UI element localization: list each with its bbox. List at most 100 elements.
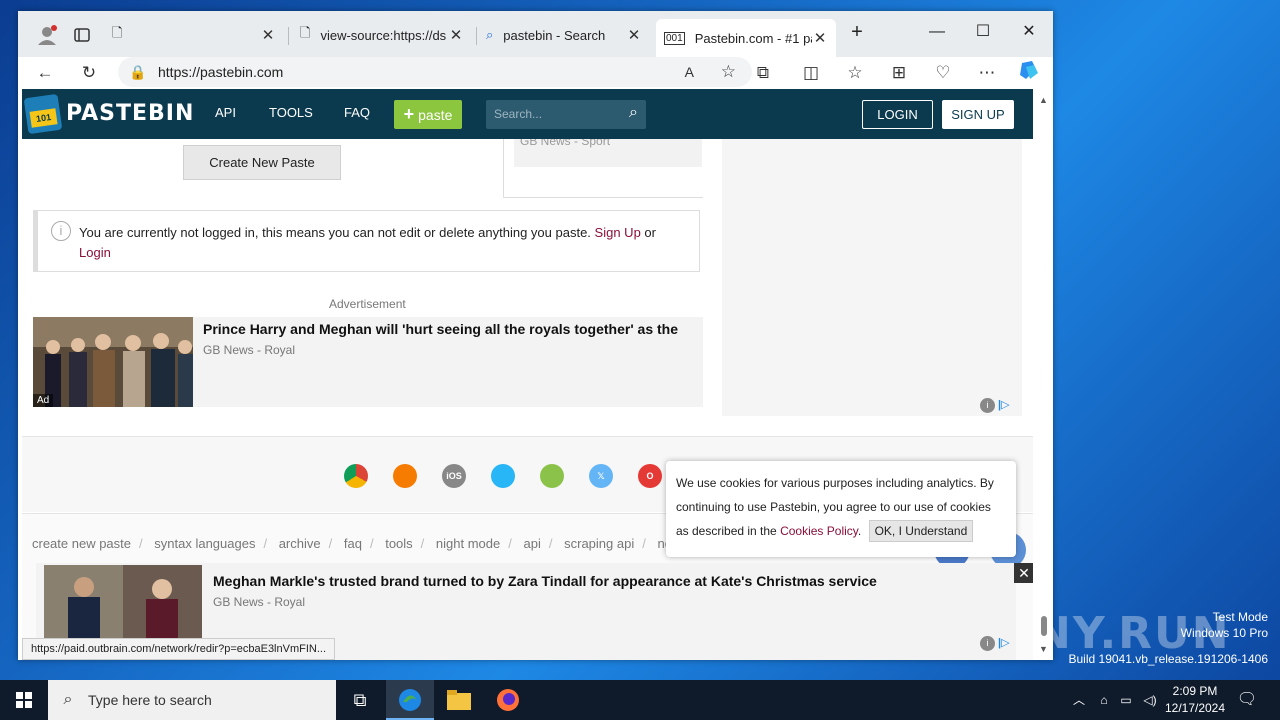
tray-chevron-icon[interactable]: ︿ — [1070, 680, 1088, 720]
footer-link-create[interactable]: create new paste — [32, 536, 131, 551]
android-icon[interactable] — [540, 464, 564, 488]
ad-title[interactable]: Prince Harry and Meghan will 'hurt seein… — [203, 321, 703, 337]
taskbar: ⌕ Type here to search ⧉ ︿ ⌂ ▭ ◁) 2:09 PM… — [0, 680, 1280, 720]
address-bar[interactable]: 🔒 https://pastebin.com A ☆ — [118, 57, 752, 87]
firefox-taskbar-icon[interactable] — [484, 680, 532, 720]
close-window-button[interactable]: ✕ — [1006, 17, 1052, 47]
more-menu-icon[interactable]: ⋯ — [972, 59, 1002, 87]
footer-link-api[interactable]: api — [524, 536, 541, 551]
refresh-button[interactable]: ↻ — [74, 59, 104, 87]
browser-toolbar: ← ↻ 🔒 https://pastebin.com A ☆ ⧉ ◫ ☆ ⊞ ♡… — [18, 57, 1053, 89]
ad-choices-icon[interactable]: |▷ — [998, 399, 1010, 411]
pastebin-search-input[interactable]: Search... ⌕ — [486, 100, 646, 129]
scroll-up-icon[interactable]: ▲ — [1039, 95, 1048, 105]
windows-icon[interactable] — [491, 464, 515, 488]
profile-icon[interactable] — [28, 19, 68, 51]
opera-icon[interactable]: O — [638, 464, 662, 488]
watermark-line-3: Build 19041.vb_release.191206-1406 — [1068, 652, 1269, 666]
ad-info-icon[interactable]: i — [980, 636, 995, 651]
tab-separator — [288, 27, 289, 45]
footer-link-archive[interactable]: archive — [279, 536, 321, 551]
right-ad-area[interactable]: i |▷ — [722, 139, 1022, 416]
copilot-icon[interactable] — [1014, 59, 1044, 87]
address-url[interactable]: https://pastebin.com — [158, 64, 283, 80]
lock-icon[interactable]: 🔒 — [118, 64, 158, 81]
notice-signup-link[interactable]: Sign Up — [595, 225, 641, 240]
taskbar-search-input[interactable]: ⌕ Type here to search — [48, 680, 336, 720]
footer-link-syntax[interactable]: syntax languages — [154, 536, 255, 551]
file-explorer-icon[interactable] — [435, 680, 483, 720]
footer-links: create new paste / syntax languages / arch… — [32, 536, 681, 551]
desktop-icon[interactable] — [0, 60, 20, 90]
pastebin-logo-icon[interactable]: 101 — [23, 93, 63, 135]
tab-pastebin-active[interactable]: 001 Pastebin.com - #1 pas ✕ — [656, 19, 836, 57]
nav-faq[interactable]: FAQ — [344, 105, 370, 120]
tab-blank[interactable]: 🗋 ✕ — [104, 19, 284, 51]
ad-info-icon[interactable]: i — [980, 398, 995, 413]
notice-or: or — [644, 225, 656, 240]
ad-choices[interactable]: i |▷ — [980, 398, 1010, 413]
close-icon[interactable]: ✕ — [260, 26, 276, 44]
side-teaser[interactable]: GB News - Sport — [503, 139, 703, 198]
back-button[interactable]: ← — [30, 59, 60, 87]
clock[interactable]: 2:09 PM 12/17/2024 — [1160, 683, 1230, 717]
task-view-icon[interactable]: ⧉ — [336, 680, 384, 720]
favorites-icon[interactable]: ☆ — [840, 59, 870, 87]
close-icon[interactable]: ✕ — [626, 26, 642, 44]
volume-icon[interactable]: ◁) — [1140, 680, 1160, 720]
firefox-icon[interactable] — [393, 464, 417, 488]
new-tab-button[interactable]: + — [840, 17, 874, 47]
favorite-star-icon[interactable]: ☆ — [721, 62, 736, 82]
ad-image[interactable]: Ad — [33, 317, 193, 407]
bottom-ad-title[interactable]: Meghan Markle's trusted brand turned to … — [213, 573, 993, 589]
notification-icon[interactable]: 🗨 — [1236, 680, 1258, 720]
signup-button[interactable]: SIGN UP — [942, 100, 1014, 129]
scroll-down-icon[interactable]: ▼ — [1039, 644, 1048, 654]
tab-pastebin-search[interactable]: ⌕ pastebin - Search ✕ — [478, 19, 650, 51]
notice-login-link[interactable]: Login — [79, 245, 111, 260]
chrome-icon[interactable] — [344, 464, 368, 488]
tab-actions-icon[interactable] — [66, 19, 100, 51]
x-icon[interactable]: 𝕏 — [589, 464, 613, 488]
bottom-ad-choices[interactable]: i |▷ — [980, 636, 1010, 651]
new-paste-button[interactable]: + paste — [394, 100, 462, 129]
tab-view-source[interactable]: 🗋 view-source:https://ds ✕ — [292, 19, 472, 51]
maximize-button[interactable]: ☐ — [960, 17, 1006, 47]
tray-device-icon[interactable]: ⌂ — [1094, 680, 1114, 720]
ad-choices-icon[interactable]: |▷ — [998, 637, 1010, 649]
extensions-icon[interactable]: ⧉ — [748, 59, 778, 87]
create-new-paste-button[interactable]: Create New Paste — [183, 145, 341, 180]
cookies-policy-link[interactable]: Cookies Policy — [780, 524, 858, 538]
footer-link-night-mode[interactable]: night mode — [436, 536, 500, 551]
clock-date: 12/17/2024 — [1164, 701, 1226, 715]
minimize-button[interactable]: — — [914, 17, 960, 47]
start-button[interactable] — [0, 680, 48, 720]
close-ad-button[interactable]: ✕ — [1014, 563, 1033, 583]
ad-badge: Ad — [33, 394, 54, 407]
nav-tools[interactable]: TOOLS — [269, 105, 313, 120]
anyrun-watermark: ANY.RUN Test Mode Windows 10 Pro Build 1… — [998, 608, 1269, 680]
ios-icon[interactable]: iOS — [442, 464, 466, 488]
page-icon: 🗋 — [300, 25, 311, 40]
split-screen-icon[interactable]: ◫ — [796, 59, 826, 87]
pastebin-brand[interactable]: PASTEBIN — [66, 101, 194, 126]
bottom-ad-source: GB News - Royal — [213, 595, 306, 609]
edge-taskbar-icon[interactable] — [386, 680, 434, 720]
page-scrollbar[interactable]: ▲ ▼ — [1035, 89, 1053, 660]
login-button[interactable]: LOGIN — [862, 100, 933, 129]
network-icon[interactable]: ▭ — [1116, 680, 1136, 720]
footer-link-faq[interactable]: faq — [344, 536, 362, 551]
read-aloud-icon[interactable]: A — [685, 64, 694, 80]
nav-api[interactable]: API — [215, 105, 236, 120]
search-icon: ⌕ — [486, 27, 494, 42]
scrollbar-thumb[interactable] — [1041, 616, 1047, 636]
footer-link-tools[interactable]: tools — [385, 536, 412, 551]
cookie-ok-button[interactable]: OK, I Understand — [868, 520, 974, 542]
footer-link-scraping-api[interactable]: scraping api — [564, 536, 634, 551]
close-icon[interactable]: ✕ — [448, 26, 464, 44]
search-icon[interactable]: ⌕ — [629, 104, 638, 122]
ad-card[interactable]: Ad Prince Harry and Meghan will 'hurt se… — [33, 317, 703, 407]
collections-icon[interactable]: ⊞ — [884, 59, 914, 87]
browser-essentials-icon[interactable]: ♡ — [928, 59, 958, 87]
close-icon[interactable]: ✕ — [812, 29, 828, 47]
